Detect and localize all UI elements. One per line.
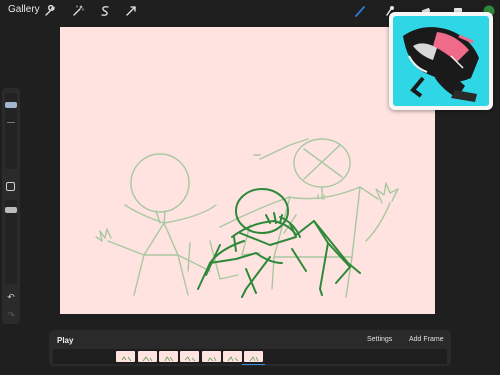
redo-icon[interactable]: ↷ xyxy=(5,310,17,320)
drawing-canvas[interactable] xyxy=(60,27,435,314)
frame-thumbnail-2[interactable] xyxy=(138,351,157,362)
opacity-handle[interactable] xyxy=(5,207,17,213)
brush-size-slider[interactable] xyxy=(5,93,17,169)
animation-assist-panel: Play Settings Add Frame xyxy=(49,330,451,366)
frame-thumbnail-1[interactable] xyxy=(116,351,135,362)
reference-window[interactable] xyxy=(389,12,493,110)
opacity-slider[interactable] xyxy=(5,200,17,284)
magic-wand-icon[interactable] xyxy=(70,3,86,19)
transform-icon[interactable] xyxy=(123,3,139,19)
active-frame-strokes xyxy=(197,188,361,298)
play-button[interactable]: Play xyxy=(57,336,73,345)
frame-thumbnail-7[interactable] xyxy=(244,351,263,362)
reference-image xyxy=(393,16,489,106)
selected-frame-indicator xyxy=(242,364,265,365)
settings-button[interactable]: Settings xyxy=(367,336,392,343)
brush-icon[interactable] xyxy=(352,3,368,19)
left-sidebar: ↶ ↷ xyxy=(2,88,20,324)
add-frame-button[interactable]: Add Frame xyxy=(409,336,444,343)
selection-icon[interactable] xyxy=(97,3,113,19)
frame-thumbnail-5[interactable] xyxy=(202,351,221,362)
brush-size-handle[interactable] xyxy=(5,102,17,108)
frame-thumbnail-4[interactable] xyxy=(180,351,199,362)
frame-timeline[interactable] xyxy=(53,349,447,365)
wrench-icon[interactable] xyxy=(42,3,58,19)
sketch-layer xyxy=(95,138,399,298)
size-tick xyxy=(7,122,15,123)
undo-icon[interactable]: ↶ xyxy=(5,292,17,302)
frame-thumbnail-3[interactable] xyxy=(159,351,178,362)
gallery-button[interactable]: Gallery xyxy=(8,4,40,15)
frame-thumbnail-6[interactable] xyxy=(223,351,242,362)
modify-button[interactable] xyxy=(6,182,15,191)
